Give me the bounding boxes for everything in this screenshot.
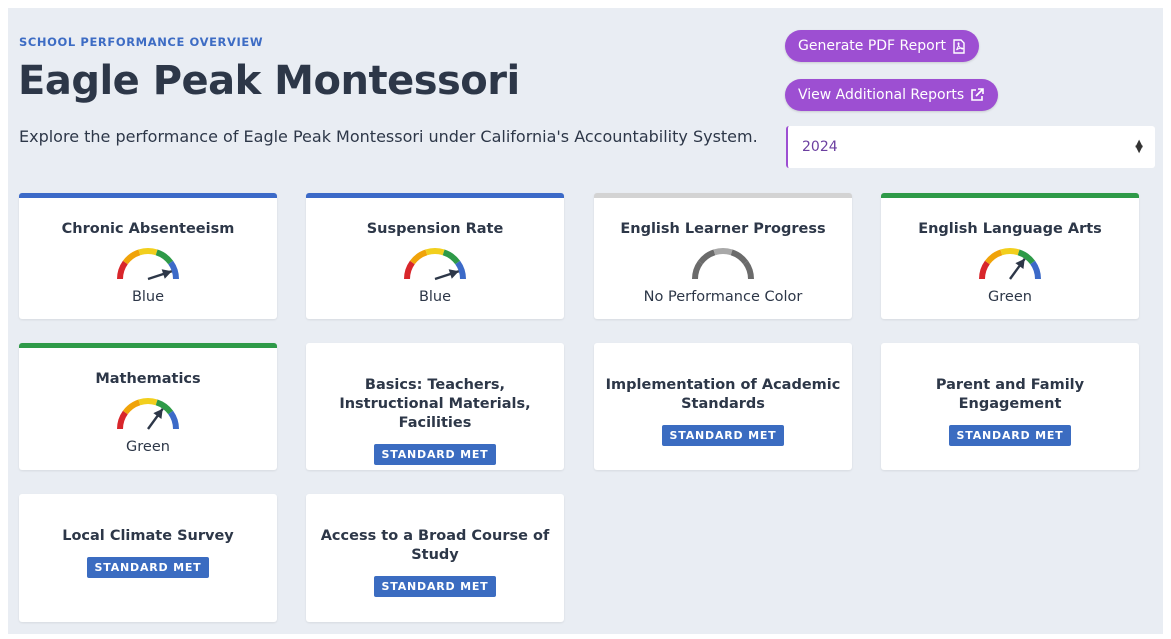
view-additional-reports-button[interactable]: View Additional Reports (785, 79, 999, 111)
local-indicator-card-climate-survey[interactable]: Local Climate Survey STANDARD MET (19, 494, 277, 622)
external-link-icon (970, 88, 985, 102)
year-select-value: 2024 (802, 139, 838, 155)
page-eyebrow: SCHOOL PERFORMANCE OVERVIEW (19, 35, 264, 49)
status-badge: STANDARD MET (948, 425, 1072, 446)
card-title: Basics: Teachers, Instructional Material… (339, 377, 531, 431)
performance-level: Blue (418, 289, 452, 305)
local-indicator-card-academic-standards[interactable]: Implementation of Academic Standards STA… (594, 343, 852, 470)
pdf-file-icon (952, 38, 966, 54)
card-title: English Learner Progress (620, 221, 826, 237)
card-title: Local Climate Survey (62, 528, 234, 544)
local-indicator-card-parent-family-engagement[interactable]: Parent and Family Engagement STANDARD ME… (881, 343, 1139, 470)
card-title: Access to a Broad Course of Study (320, 528, 550, 563)
card-title: Parent and Family Engagement (935, 377, 1085, 412)
year-select[interactable]: 2024 ▲ ▼ (786, 126, 1155, 168)
performance-level: Blue (131, 289, 165, 305)
status-badge: STANDARD MET (373, 444, 497, 465)
indicator-card-chronic-absenteeism[interactable]: Chronic Absenteeism Blue (19, 193, 277, 319)
status-badge: STANDARD MET (86, 557, 210, 578)
local-indicator-card-broad-course[interactable]: Access to a Broad Course of Study STANDA… (306, 494, 564, 622)
generate-pdf-report-label: Generate PDF Report (798, 38, 946, 54)
view-additional-reports-label: View Additional Reports (798, 87, 965, 103)
card-title: English Language Arts (918, 221, 1102, 237)
indicator-card-suspension-rate[interactable]: Suspension Rate Blue (306, 193, 564, 319)
generate-pdf-report-button[interactable]: Generate PDF Report (785, 30, 979, 62)
dashboard-panel: SCHOOL PERFORMANCE OVERVIEW Eagle Peak M… (8, 8, 1163, 634)
card-title: Mathematics (95, 371, 201, 387)
card-title: Chronic Absenteeism (61, 221, 235, 237)
page-subtitle: Explore the performance of Eagle Peak Mo… (19, 127, 758, 146)
performance-level: No Performance Color (643, 289, 803, 305)
indicator-card-english-language-arts[interactable]: English Language Arts Green (881, 193, 1139, 319)
page-title: Eagle Peak Montessori (18, 58, 520, 104)
card-title: Implementation of Academic Standards (605, 377, 841, 412)
gauge-gray-icon (688, 243, 758, 287)
indicator-card-english-learner-progress[interactable]: English Learner Progress No Performance … (594, 193, 852, 319)
performance-level: Green (126, 439, 170, 455)
local-indicator-card-basics[interactable]: Basics: Teachers, Instructional Material… (306, 343, 564, 470)
indicator-card-mathematics[interactable]: Mathematics Green (19, 343, 277, 470)
select-arrows-icon: ▲ ▼ (1135, 138, 1143, 155)
gauge-blue-icon (113, 243, 183, 287)
status-badge: STANDARD MET (661, 425, 785, 446)
status-badge: STANDARD MET (373, 576, 497, 597)
gauge-green-icon (113, 393, 183, 437)
gauge-blue-icon (400, 243, 470, 287)
card-title: Suspension Rate (366, 221, 504, 237)
performance-level: Green (988, 289, 1032, 305)
gauge-green-icon (975, 243, 1045, 287)
